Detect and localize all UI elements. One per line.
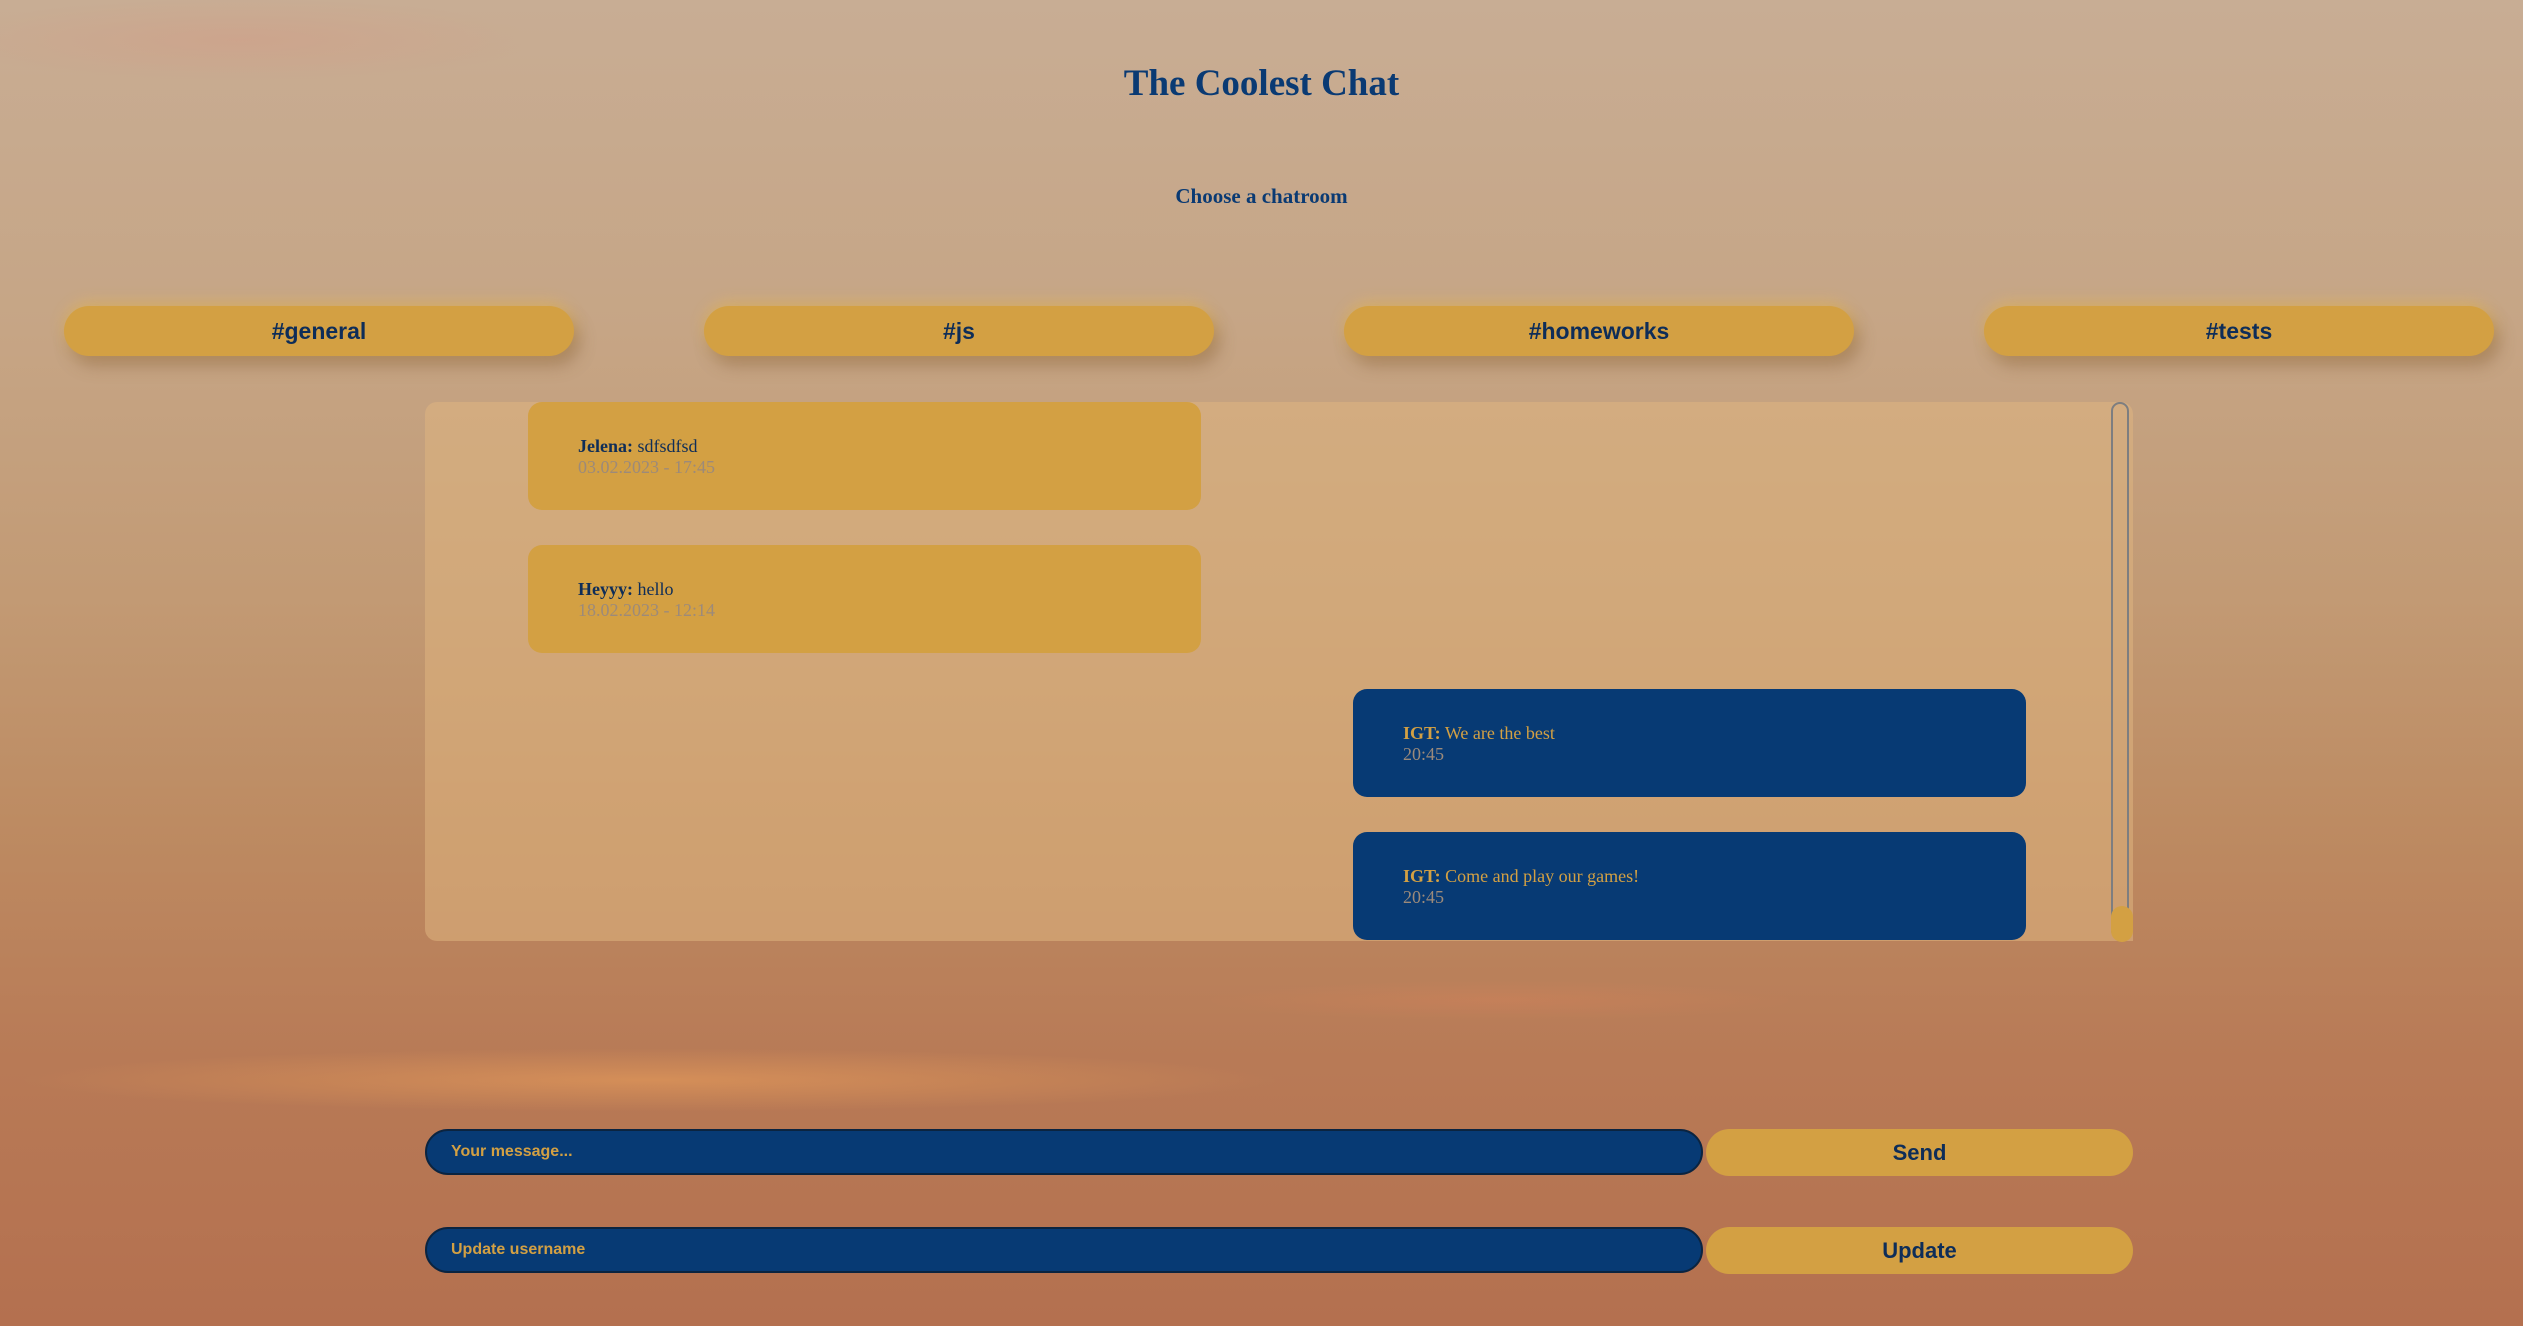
- message-bubble-own: IGT: Come and play our games! 20:45: [1353, 832, 2026, 940]
- message-text: sdfsdfsd: [637, 436, 698, 456]
- chat-scrollbar-thumb[interactable]: [2111, 906, 2133, 942]
- message-input[interactable]: [425, 1129, 1703, 1175]
- room-button-js[interactable]: #js: [704, 306, 1214, 356]
- room-button-general[interactable]: #general: [64, 306, 574, 356]
- page-title: The Coolest Chat: [1123, 63, 1400, 104]
- username-input[interactable]: [425, 1227, 1703, 1273]
- message-bubble: Jelena: sdfsdfsd 03.02.2023 - 17:45: [528, 402, 1201, 510]
- room-button-tests[interactable]: #tests: [1984, 306, 2494, 356]
- message-timestamp: 20:45: [1403, 744, 1445, 764]
- chat-scrollbar-track[interactable]: [2111, 402, 2129, 939]
- message-author: IGT:: [1403, 866, 1441, 886]
- message-text: We are the best: [1444, 723, 1555, 743]
- message-author: Jelena:: [578, 436, 633, 456]
- update-username-button[interactable]: Update: [1706, 1227, 2133, 1274]
- chatroom-prompt: Choose a chatroom: [1175, 184, 1348, 208]
- message-text: hello: [637, 579, 674, 599]
- message-bubble: Heyyy: hello 18.02.2023 - 12:14: [528, 545, 1201, 653]
- message-author: Heyyy:: [578, 579, 633, 599]
- message-timestamp: 03.02.2023 - 17:45: [578, 457, 715, 477]
- chat-messages-panel[interactable]: Jelena: sdfsdfsd 03.02.2023 - 17:45 Heyy…: [425, 402, 2133, 941]
- message-bubble-own: IGT: We are the best 20:45: [1353, 689, 2026, 797]
- message-timestamp: 18.02.2023 - 12:14: [578, 600, 715, 620]
- room-button-homeworks[interactable]: #homeworks: [1344, 306, 1854, 356]
- message-timestamp: 20:45: [1403, 887, 1445, 907]
- message-author: IGT:: [1403, 723, 1441, 743]
- send-button[interactable]: Send: [1706, 1129, 2133, 1176]
- message-text: Come and play our games!: [1445, 866, 1640, 886]
